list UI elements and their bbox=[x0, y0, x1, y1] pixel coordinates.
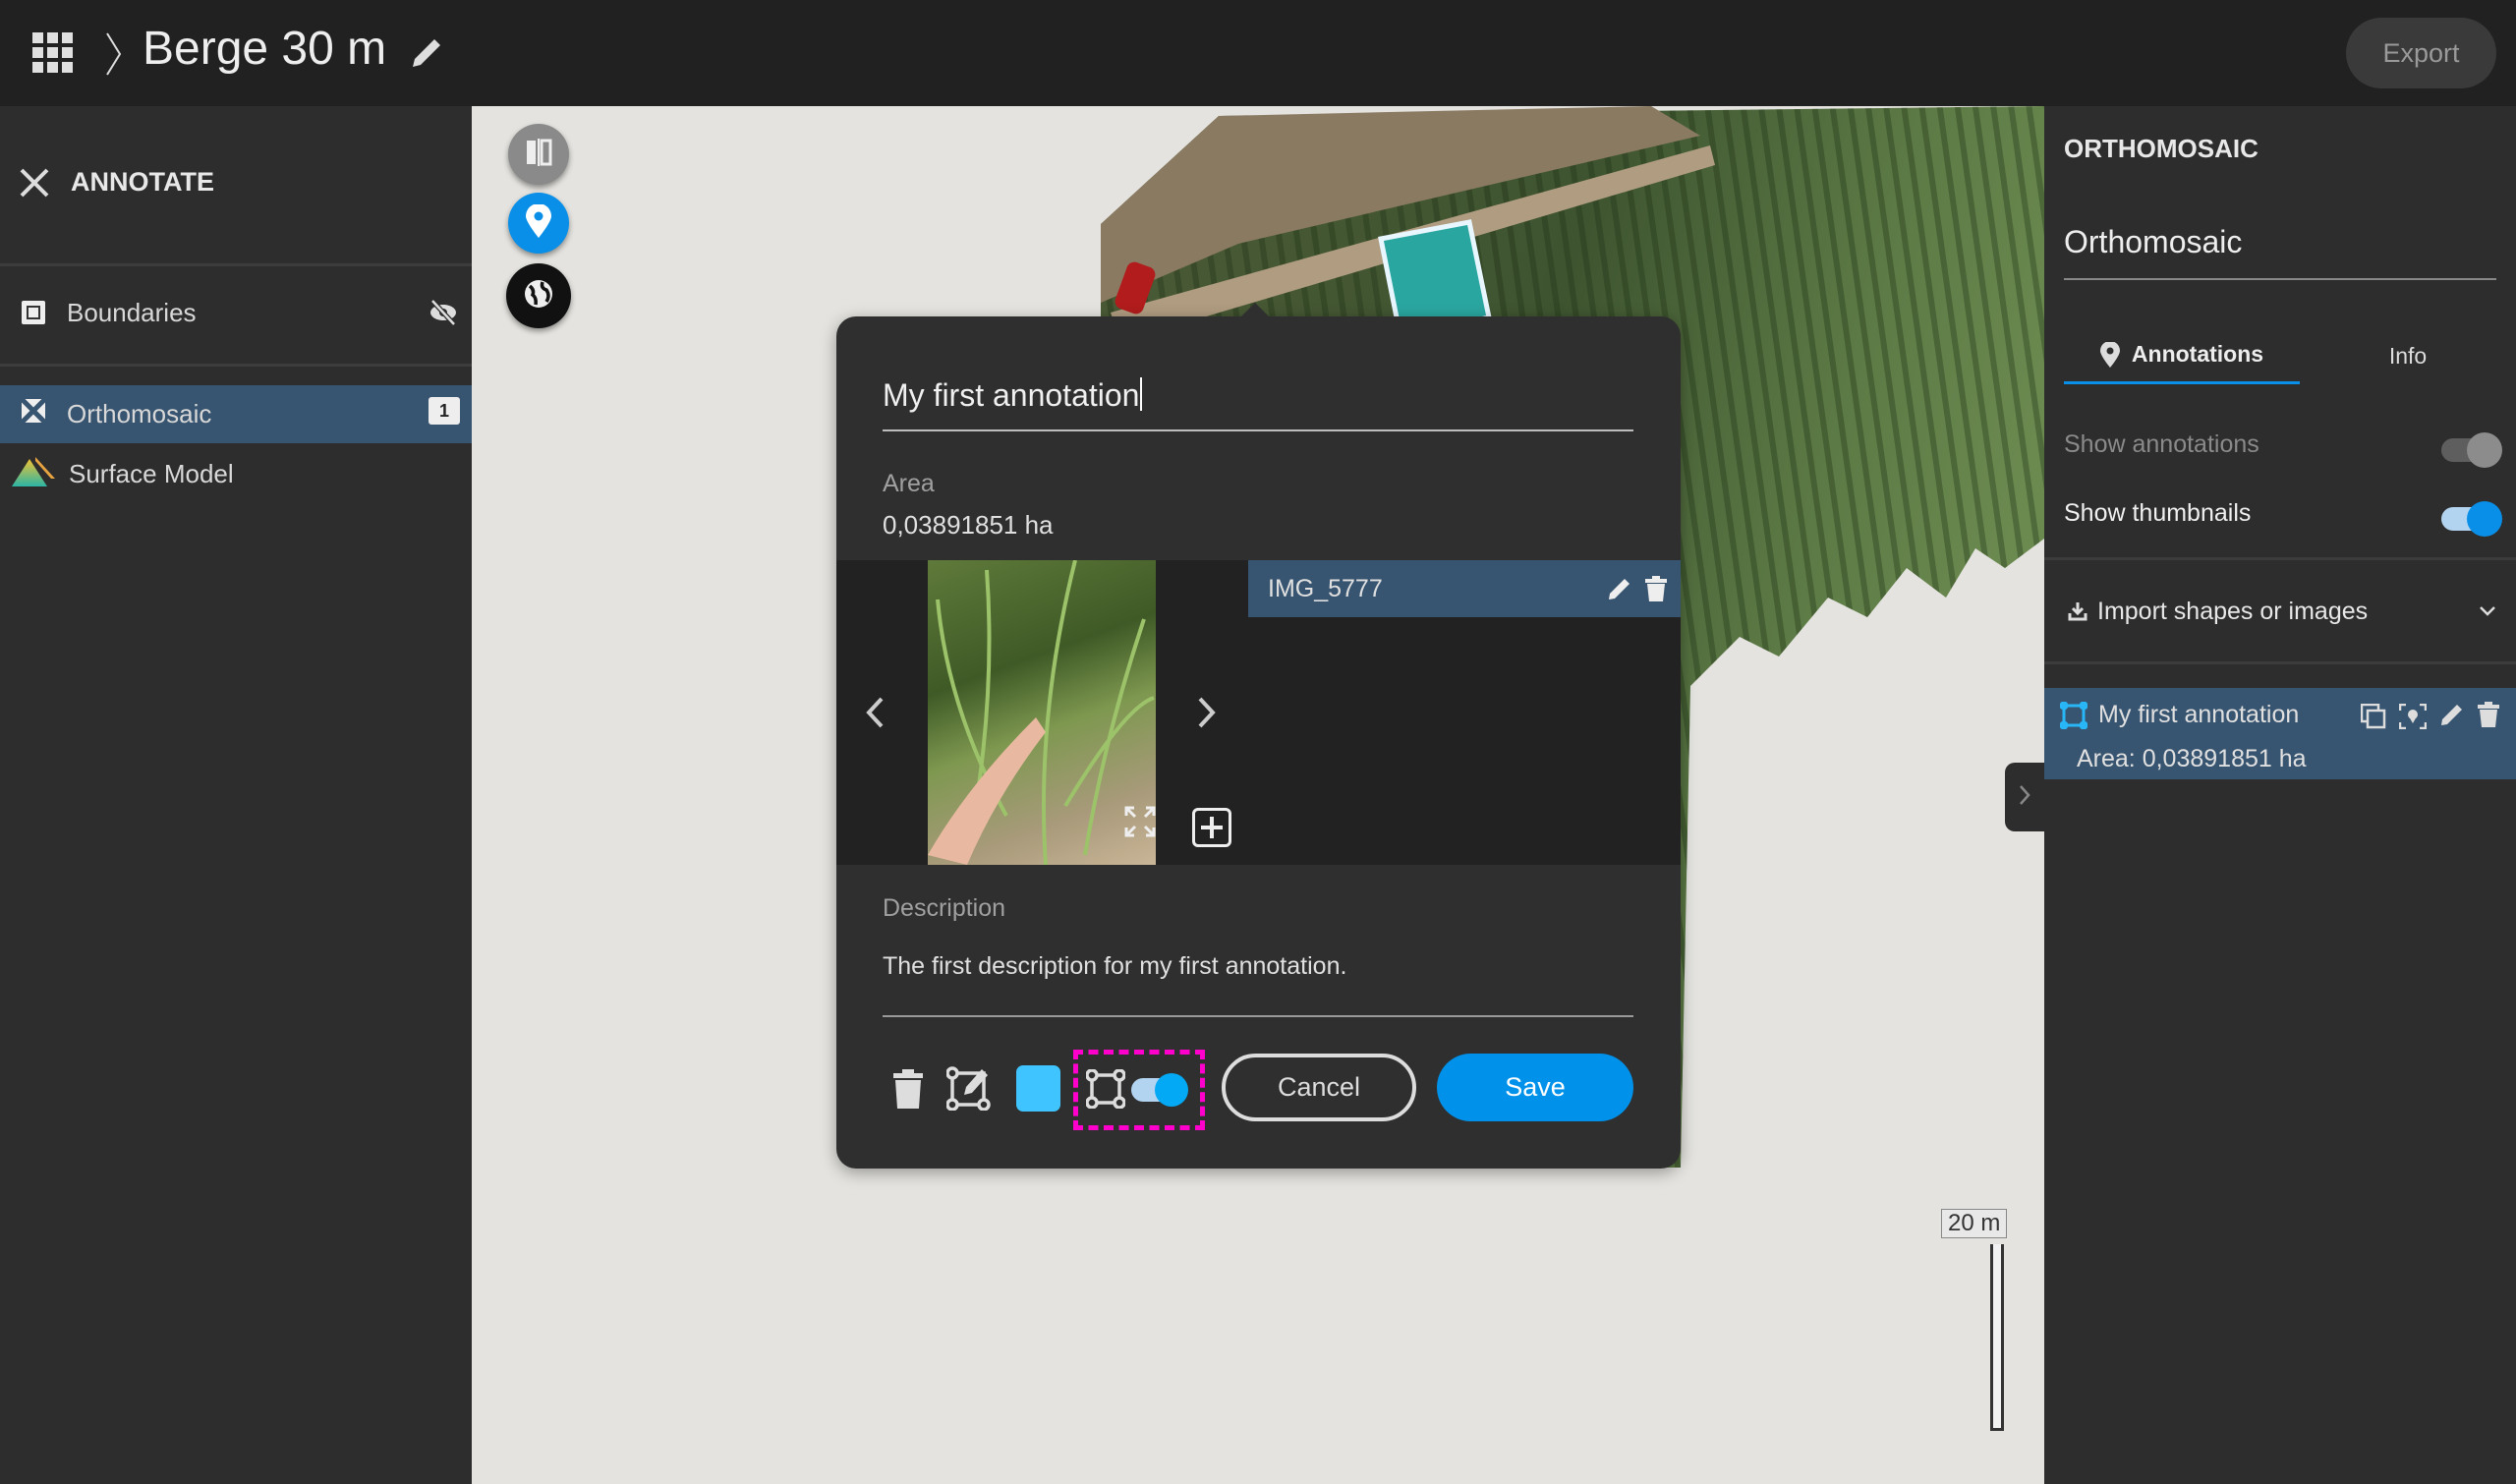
scale-bar bbox=[1990, 1244, 2004, 1431]
panel-heading: ORTHOMOSAIC bbox=[2064, 134, 2259, 163]
location-pin-icon bbox=[526, 202, 551, 243]
tab-info[interactable]: Info bbox=[2339, 327, 2477, 384]
layer-label: Surface Model bbox=[69, 458, 234, 488]
plus-icon bbox=[1201, 817, 1223, 838]
area-value: 0,03891851 ha bbox=[883, 510, 1054, 540]
tab-annotations[interactable]: Annotations bbox=[2064, 327, 2300, 384]
surface-model-icon bbox=[12, 455, 55, 493]
title-value: My first annotation bbox=[883, 377, 1140, 413]
description-label: Description bbox=[883, 894, 1006, 922]
pencil-icon[interactable] bbox=[2439, 702, 2465, 727]
apps-grid-icon[interactable] bbox=[32, 32, 74, 79]
compare-icon bbox=[523, 137, 554, 173]
next-image-icon[interactable] bbox=[1196, 696, 1218, 734]
divider bbox=[0, 364, 472, 367]
text-cursor bbox=[1140, 377, 1143, 411]
divider bbox=[2044, 557, 2516, 560]
annotation-name: My first annotation bbox=[2098, 701, 2300, 728]
trash-icon[interactable] bbox=[1644, 576, 1668, 606]
chevron-right-icon bbox=[2018, 784, 2031, 811]
toggle-knob bbox=[1155, 1073, 1188, 1107]
chevron-down-icon bbox=[2480, 606, 2495, 616]
shape-visibility-icon bbox=[1085, 1068, 1126, 1113]
toggle-knob bbox=[2467, 432, 2502, 468]
delete-annotation-icon[interactable] bbox=[893, 1069, 923, 1113]
area-label: Area bbox=[883, 470, 935, 497]
export-button[interactable]: Export bbox=[2346, 18, 2496, 88]
annotation-edit-dialog: My first annotation Area 0,03891851 ha I… bbox=[836, 303, 1681, 1169]
save-button[interactable]: Save bbox=[1437, 1054, 1633, 1121]
layer-name-input[interactable]: Orthomosaic bbox=[2064, 224, 2496, 280]
add-image-button[interactable] bbox=[1192, 808, 1231, 847]
annotation-count-badge: 1 bbox=[429, 397, 460, 425]
annotate-button[interactable] bbox=[508, 193, 569, 254]
show-thumbnails-label: Show thumbnails bbox=[2064, 499, 2252, 527]
location-pin-icon bbox=[2099, 341, 2120, 368]
right-panel: ORTHOMOSAIC Orthomosaic Annotations Info… bbox=[2044, 106, 2516, 1484]
divider bbox=[2044, 661, 2516, 664]
project-title: Berge 30 m bbox=[143, 23, 387, 75]
annotation-list-item[interactable]: My first annotation Area: 0,03891851 ha bbox=[2044, 688, 2516, 779]
pencil-icon[interactable] bbox=[411, 35, 444, 74]
import-label: Import shapes or images bbox=[2097, 597, 2369, 625]
top-bar: Berge 30 m Export bbox=[0, 0, 2516, 106]
plant-photo bbox=[928, 559, 1155, 866]
annotation-area: Area: 0,03891851 ha bbox=[2077, 745, 2307, 772]
basemap-button[interactable] bbox=[506, 263, 571, 328]
previous-image-icon[interactable] bbox=[864, 696, 886, 734]
show-thumbnails-toggle[interactable] bbox=[2441, 501, 2502, 537]
layer-label: Orthomosaic bbox=[67, 399, 212, 428]
sidebar-title: ANNOTATE bbox=[71, 167, 214, 197]
image-thumbnail[interactable] bbox=[928, 559, 1156, 866]
edit-shape-icon[interactable] bbox=[945, 1065, 992, 1115]
expand-icon[interactable] bbox=[1124, 806, 1156, 842]
color-swatch-button[interactable] bbox=[1016, 1065, 1060, 1112]
close-icon[interactable] bbox=[20, 168, 49, 202]
layer-surface-model[interactable]: Surface Model bbox=[0, 445, 472, 502]
layer-boundaries[interactable]: Boundaries bbox=[0, 283, 472, 342]
trash-icon[interactable] bbox=[2477, 702, 2500, 727]
panel-collapse-button[interactable] bbox=[2005, 763, 2044, 831]
rectangle-shape-icon bbox=[2060, 702, 2087, 729]
import-shapes-dropdown[interactable]: Import shapes or images bbox=[2068, 592, 2496, 631]
eye-off-icon[interactable] bbox=[429, 299, 458, 333]
boundaries-icon bbox=[22, 301, 45, 324]
description-input[interactable]: The first description for my first annot… bbox=[883, 952, 1633, 1017]
dialog-pointer bbox=[1239, 303, 1271, 318]
compare-button[interactable] bbox=[508, 124, 569, 185]
cancel-button[interactable]: Cancel bbox=[1222, 1054, 1416, 1121]
tab-label: Annotations bbox=[2131, 341, 2264, 367]
globe-icon bbox=[523, 278, 554, 314]
pencil-icon[interactable] bbox=[1607, 576, 1632, 606]
divider bbox=[0, 263, 472, 266]
layer-label: Boundaries bbox=[67, 297, 197, 327]
layer-orthomosaic[interactable]: Orthomosaic 1 bbox=[0, 385, 472, 443]
orthomosaic-icon bbox=[20, 397, 47, 429]
copy-icon[interactable] bbox=[2361, 704, 2386, 729]
image-name: IMG_5777 bbox=[1268, 574, 1383, 602]
toggle-knob bbox=[2467, 501, 2502, 537]
chevron-right-icon bbox=[104, 31, 124, 82]
shape-visibility-toggle[interactable] bbox=[1131, 1073, 1188, 1107]
image-gallery: IMG_5777 bbox=[836, 559, 1681, 866]
show-annotations-toggle[interactable] bbox=[2441, 432, 2502, 468]
show-annotations-label: Show annotations bbox=[2064, 430, 2259, 458]
left-sidebar: ANNOTATE Boundaries Orthomosaic 1 Surfac… bbox=[0, 106, 472, 1484]
download-icon bbox=[2068, 602, 2087, 621]
scale-label: 20 m bbox=[1941, 1209, 2008, 1238]
image-list-item[interactable]: IMG_5777 bbox=[1248, 560, 1681, 617]
annotation-title-input[interactable]: My first annotation bbox=[883, 377, 1633, 431]
zoom-to-icon[interactable] bbox=[2399, 704, 2427, 729]
